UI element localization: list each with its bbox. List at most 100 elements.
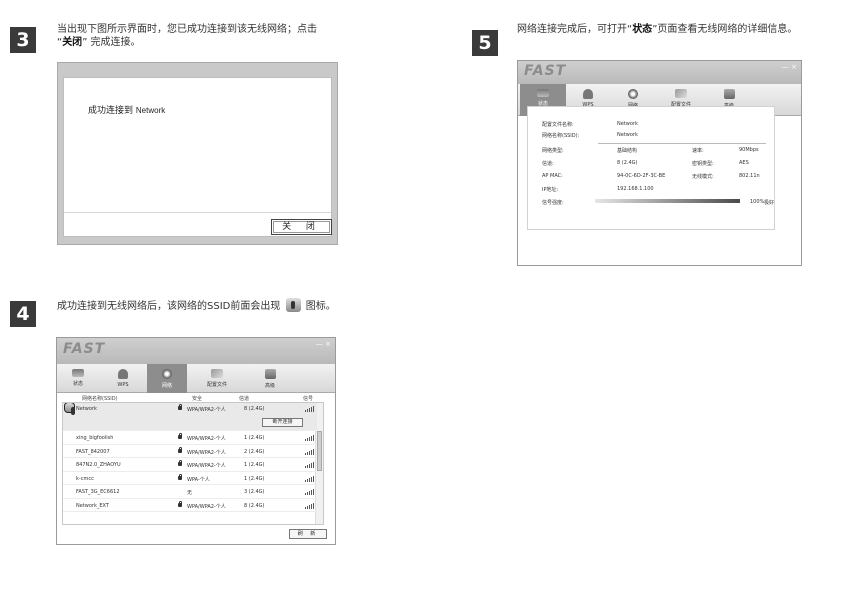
profile-label: 配置文件名称: <box>542 122 574 128</box>
connected-ssid-icon <box>64 403 75 415</box>
network-row[interactable]: k-cmcc WPA-个人 1 (2.4G) <box>63 473 317 485</box>
mac-label: AP MAC: <box>542 173 563 179</box>
step-4-number: 4 <box>10 301 36 327</box>
tab-advanced[interactable]: 高级 <box>247 364 293 393</box>
window-controls[interactable]: — × <box>316 340 331 348</box>
mac-value: 94-0C-6D-2F-3C-BE <box>617 173 666 179</box>
network-icon <box>628 89 638 99</box>
network-row[interactable]: 847N2.0_ZHAOYU WPA/WPA2-个人 1 (2.4G) <box>63 459 317 472</box>
refresh-button[interactable]: 刷 新 <box>289 529 327 539</box>
cipher-label: 密钥类型: <box>692 161 714 167</box>
network-security: 无 <box>187 490 193 496</box>
network-channel: 8 (2.4G) <box>244 502 265 509</box>
close-button[interactable]: 关 闭 <box>271 219 332 235</box>
col-security[interactable]: 安全 <box>192 395 202 402</box>
tab-network[interactable]: 网络 <box>147 364 187 393</box>
ssid-value: Network <box>617 132 638 138</box>
step-3-text-bold: 关闭 <box>62 37 83 48</box>
step-3-text: 当出现下图所示界面时，您已成功连接到该无线网络；点击 “关闭” 完成连接。 <box>57 24 317 48</box>
ip-value: 192.168.1.100 <box>617 186 654 192</box>
network-security: WPA/WPA2-个人 <box>187 463 226 469</box>
signal-icon <box>305 489 314 495</box>
signal-strength-bar <box>595 199 740 203</box>
rate-value: 90Mbps <box>739 147 759 153</box>
network-security: WPA/WPA2-个人 <box>187 503 226 510</box>
fast-window-status: FAST — × 状态WPS网络配置文件高级 配置文件名称: Network 网… <box>517 60 802 266</box>
step-5-text-before: 网络连接完成后，可打开 <box>517 24 627 35</box>
network-ssid: FAST_3G_EC6612 <box>76 489 120 495</box>
network-security: WPA/WPA2-个人 <box>187 407 226 413</box>
status-icon <box>537 89 549 97</box>
col-signal[interactable]: 信号 <box>303 395 313 402</box>
lock-icon <box>178 500 182 507</box>
network-icon <box>162 369 172 379</box>
rate-label: 速率: <box>692 148 704 154</box>
network-row[interactable]: Network_EXT WPA/WPA2-个人 8 (2.4G) <box>63 500 317 512</box>
col-channel[interactable]: 信道 <box>239 395 249 402</box>
tab-label: 配置文件 <box>206 382 227 388</box>
network-security: WPA-个人 <box>187 476 210 483</box>
scrollbar-thumb[interactable] <box>317 431 322 471</box>
signal-label: 信号强度: <box>542 200 564 206</box>
step-3-text-after: 完成连接。 <box>90 37 141 48</box>
lock-icon <box>178 446 182 453</box>
fast-window-networks: FAST — × 状态 WPS 网络 配置文件 高级 网络名称(SSID) 安全 信道 … <box>56 337 336 545</box>
tab-profile[interactable]: 配置文件 <box>187 364 247 393</box>
status-icon <box>72 369 84 377</box>
step-3-text-before: 当出现下图所示界面时，您已成功连接到该无线网络；点击 <box>57 24 317 35</box>
tab-label: 状态 <box>72 381 83 387</box>
dialog-message-prefix: 成功连接到 <box>88 106 134 116</box>
mode-label: 无线模式: <box>692 174 714 180</box>
advanced-icon <box>723 89 735 99</box>
connected-ssid-icon <box>285 298 301 312</box>
net-type-value: 基础结构 <box>617 148 638 154</box>
wps-icon <box>583 89 593 99</box>
dialog-body: 成功连接到 Network 关 闭 <box>63 77 332 237</box>
network-channel: 1 (2.4G) <box>244 435 265 441</box>
lock-icon <box>178 473 182 480</box>
title-bar: FAST — × <box>518 61 801 84</box>
step-4-text: 成功连接到无线网络后，该网络的SSID前面会出现 图标。 <box>57 298 387 313</box>
tab-label: WPS <box>117 382 129 388</box>
network-channel: 2 (2.4G) <box>244 448 265 455</box>
signal-icon <box>305 475 314 482</box>
signal-value: 100% <box>750 199 765 205</box>
network-ssid: 847N2.0_ZHAOYU <box>76 462 121 468</box>
network-channel: 8 (2.4G) <box>244 406 265 412</box>
step-5-text-bold: 状态 <box>632 24 653 35</box>
network-security: WPA/WPA2-个人 <box>187 436 226 442</box>
status-details: 配置文件名称: Network 网络名称(SSID): Network 网络类型… <box>527 106 775 230</box>
step-5-text-after: 页面查看无线网络的详细信息。 <box>657 24 798 35</box>
signal-icon <box>305 435 314 441</box>
step-4-text-after: 图标。 <box>305 301 336 312</box>
network-ssid: Network <box>76 406 97 412</box>
network-row-connected[interactable]: Network WPA/WPA2-个人 8 (2.4G) 断开连接 <box>63 403 317 431</box>
dialog-message: 成功连接到 Network <box>88 103 165 116</box>
network-ssid: Network_EXT <box>76 502 109 509</box>
tab-label: 网络 <box>161 383 172 389</box>
ip-label: IP地址: <box>542 187 559 193</box>
lock-icon <box>178 460 182 466</box>
network-row[interactable]: xing_bigfoolish WPA/WPA2-个人 1 (2.4G) <box>63 432 317 445</box>
network-channel: 3 (2.4G) <box>244 489 265 495</box>
disconnect-button[interactable]: 断开连接 <box>262 418 303 427</box>
network-ssid: xing_bigfoolish <box>76 435 114 441</box>
tab-label: 高级 <box>264 383 275 389</box>
network-row[interactable]: FAST_3G_EC6612 无 3 (2.4G) <box>63 486 317 499</box>
step-5-number: 5 <box>472 30 498 56</box>
step-4-text-before: 成功连接到无线网络后，该网络的SSID前面会出现 <box>57 301 281 312</box>
col-ssid[interactable]: 网络名称(SSID) <box>82 395 118 402</box>
network-row[interactable]: FAST_842007 WPA/WPA2-个人 2 (2.4G) <box>63 446 317 458</box>
network-ssid: FAST_842007 <box>76 448 110 455</box>
tab-wps[interactable]: WPS <box>99 364 147 393</box>
window-controls[interactable]: — × <box>782 63 797 71</box>
tab-status[interactable]: 状态 <box>57 364 99 393</box>
dialog-divider <box>64 212 331 213</box>
channel-value: 8 (2.4G) <box>617 160 638 166</box>
fast-logo: FAST <box>63 341 106 357</box>
title-bar: FAST — × <box>57 338 335 364</box>
signal-icon <box>305 502 314 509</box>
fast-logo: FAST <box>524 63 567 79</box>
net-type-label: 网络类型: <box>542 148 564 154</box>
connect-success-dialog: 成功连接到 Network 关 闭 <box>57 62 338 245</box>
